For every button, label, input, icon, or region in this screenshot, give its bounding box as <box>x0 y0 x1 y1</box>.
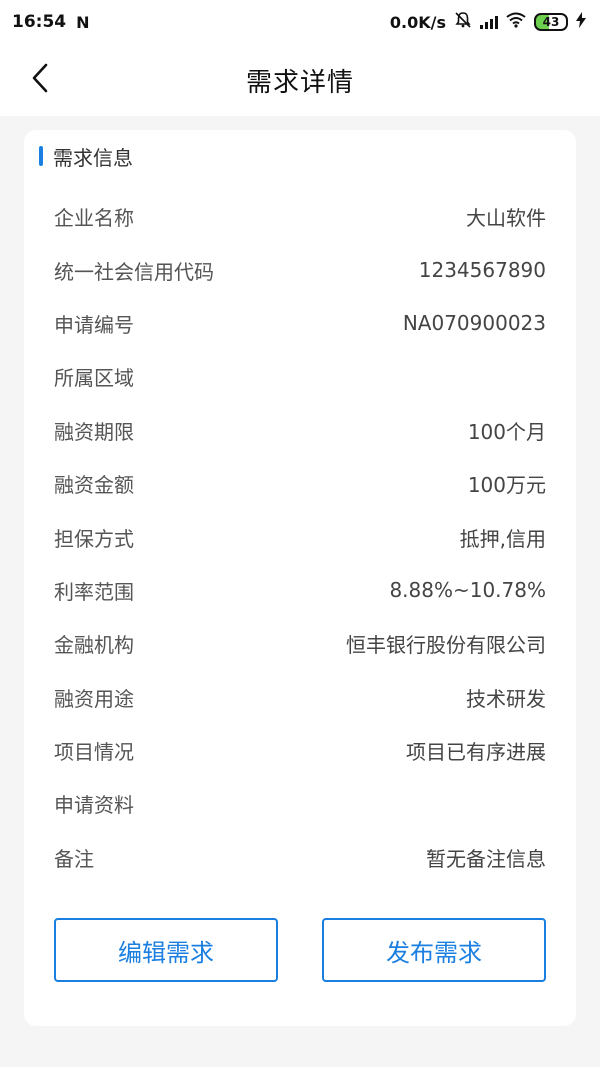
battery-icon: 43 <box>534 13 568 31</box>
detail-card: 需求信息 企业名称 大山软件 统一社会信用代码 1234567890 申请编号 … <box>24 130 576 1026</box>
info-row-value: 100个月 <box>467 419 546 444</box>
section-header: 需求信息 <box>39 144 133 170</box>
network-speed: 0.0K/s <box>389 12 446 32</box>
info-row-company-name: 企业名称 大山软件 <box>54 190 546 243</box>
info-row-credit-code: 统一社会信用代码 1234567890 <box>54 243 546 296</box>
info-row-label: 备注 <box>54 846 94 871</box>
info-row-label: 融资用途 <box>54 686 134 711</box>
chevron-left-icon <box>30 63 50 97</box>
publish-demand-button[interactable]: 发布需求 <box>322 918 546 982</box>
info-row-value: 100万元 <box>467 473 546 498</box>
mute-bell-icon <box>454 11 472 33</box>
info-row-value: 抵押,信用 <box>459 526 546 551</box>
section-accent-bar <box>39 146 43 166</box>
info-row-financial-institution: 金融机构 恒丰银行股份有限公司 <box>54 617 546 670</box>
info-row-label: 金融机构 <box>54 633 134 658</box>
wifi-icon <box>506 12 526 32</box>
info-row-value: NA070900023 <box>402 311 546 336</box>
nav-bar: 需求详情 <box>0 44 600 116</box>
info-row-application-materials: 申请资料 <box>54 777 546 830</box>
info-row-value: 暂无备注信息 <box>426 846 546 871</box>
info-row-label: 申请编号 <box>54 312 134 337</box>
info-row-value: 1234567890 <box>418 258 546 283</box>
info-row-value: 项目已有序进展 <box>406 740 546 765</box>
info-row-financing-amount: 融资金额 100万元 <box>54 457 546 510</box>
info-list: 企业名称 大山软件 统一社会信用代码 1234567890 申请编号 NA070… <box>54 190 546 884</box>
action-buttons: 编辑需求 发布需求 <box>54 918 546 982</box>
info-row-region: 所属区域 <box>54 350 546 403</box>
info-row-label: 项目情况 <box>54 740 134 765</box>
info-row-label: 利率范围 <box>54 579 134 604</box>
notification-n-icon: N <box>76 12 90 32</box>
info-row-interest-rate: 利率范围 8.88%~10.78% <box>54 564 546 617</box>
info-row-label: 融资金额 <box>54 473 134 498</box>
info-row-label: 担保方式 <box>54 526 134 551</box>
status-time: 16:54 <box>12 12 67 32</box>
info-row-guarantee-method: 担保方式 抵押,信用 <box>54 510 546 563</box>
section-title: 需求信息 <box>53 145 133 170</box>
info-row-label: 融资期限 <box>54 419 134 444</box>
info-row-label: 所属区域 <box>54 366 134 391</box>
edit-demand-button[interactable]: 编辑需求 <box>54 918 278 982</box>
info-row-value: 8.88%~10.78% <box>389 578 546 603</box>
back-button[interactable] <box>22 62 58 98</box>
info-row-label: 申请资料 <box>54 793 134 818</box>
info-row-project-status: 项目情况 项目已有序进展 <box>54 724 546 777</box>
charging-icon <box>576 12 586 32</box>
info-row-application-number: 申请编号 NA070900023 <box>54 297 546 350</box>
info-row-financing-purpose: 融资用途 技术研发 <box>54 671 546 724</box>
info-row-value: 技术研发 <box>466 686 546 711</box>
info-row-remarks: 备注 暂无备注信息 <box>54 831 546 884</box>
info-row-label: 企业名称 <box>54 206 134 231</box>
signal-icon <box>480 15 498 29</box>
info-row-financing-term: 融资期限 100个月 <box>54 404 546 457</box>
info-row-value: 恒丰银行股份有限公司 <box>346 633 546 658</box>
status-bar: 16:54 N 0.0K/s 43 <box>0 0 600 44</box>
info-row-label: 统一社会信用代码 <box>54 259 214 284</box>
page-title: 需求详情 <box>245 67 354 98</box>
info-row-value: 大山软件 <box>466 206 546 231</box>
